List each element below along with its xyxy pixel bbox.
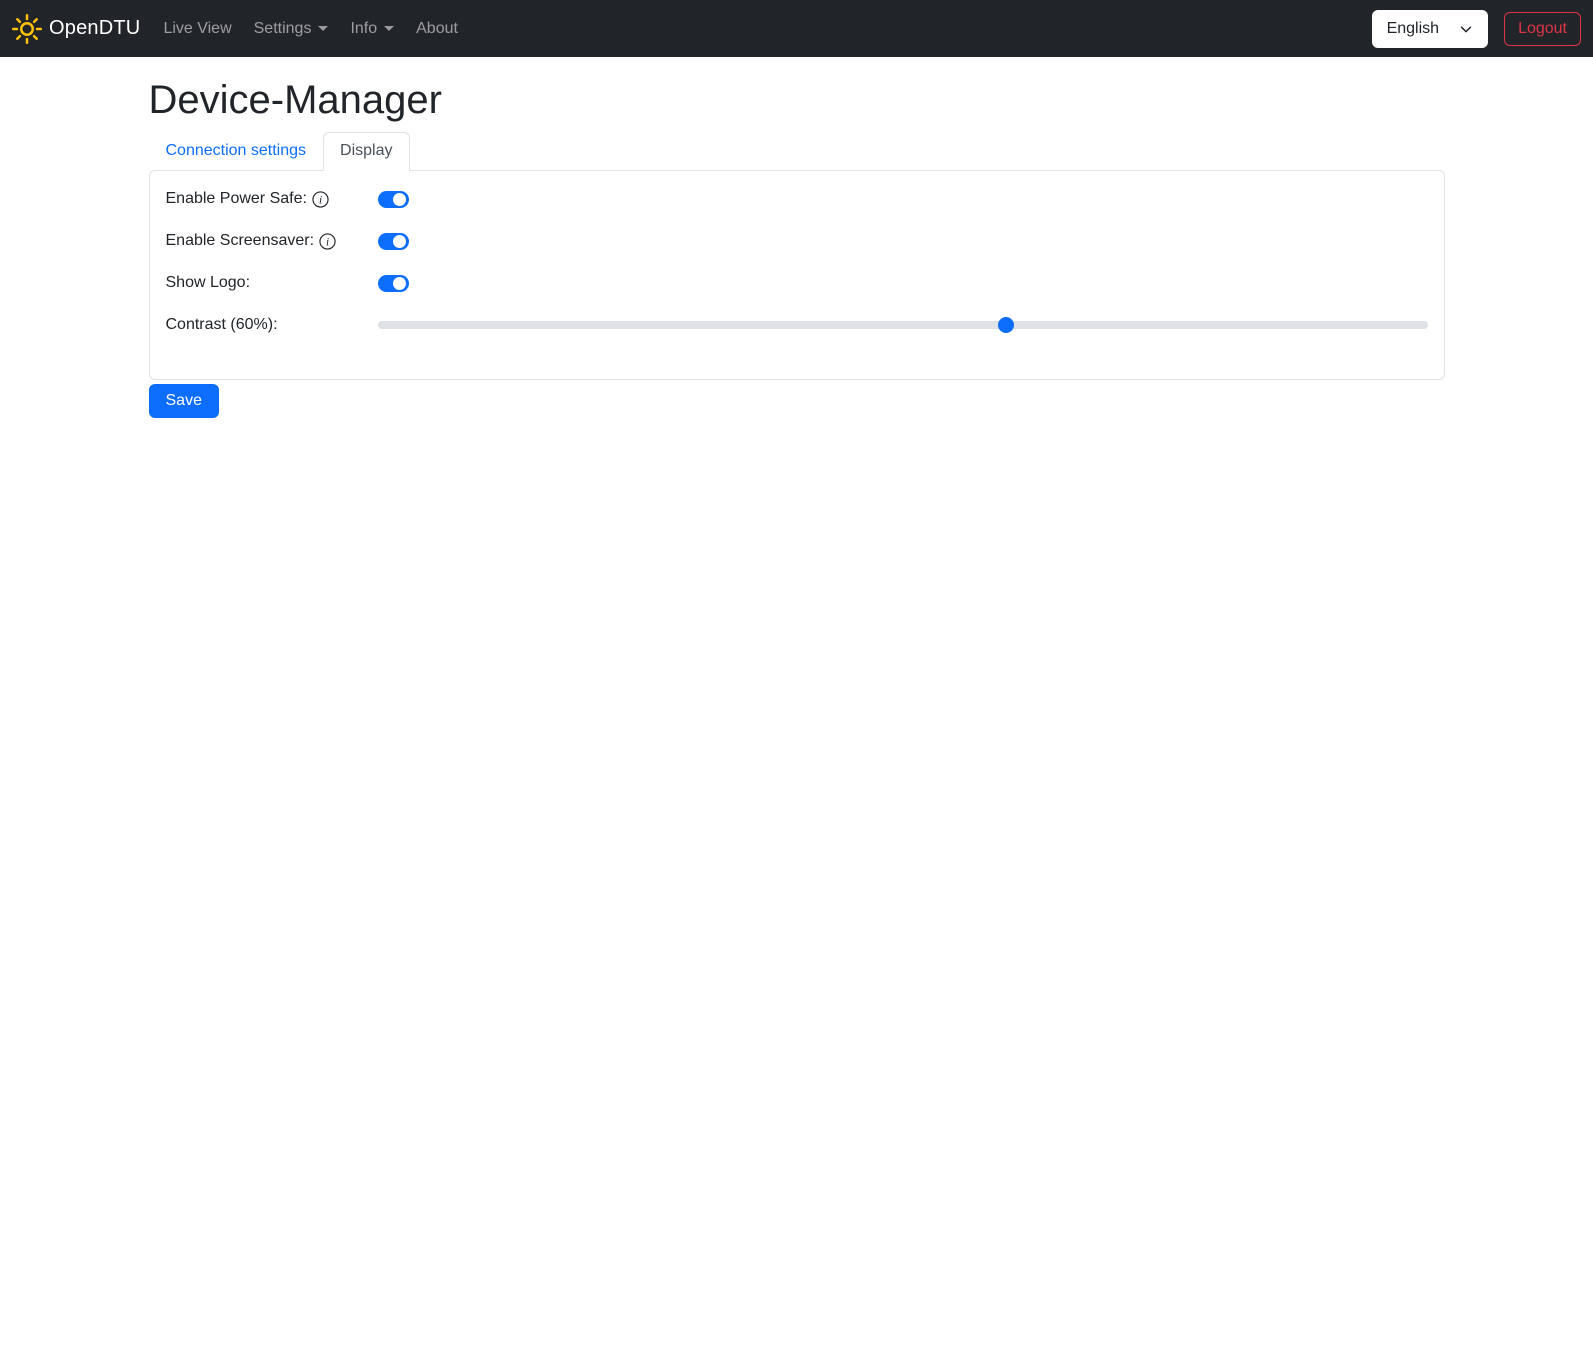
setting-control-col (377, 313, 1428, 337)
info-icon[interactable]: i (312, 190, 329, 208)
navbar: OpenDTU Live View Settings Info About En… (0, 0, 1593, 57)
nav-item-settings[interactable]: Settings (243, 12, 340, 46)
caret-down-icon (384, 26, 395, 31)
setting-row-contrast: Contrast (60%): (166, 313, 1428, 337)
setting-control-col (377, 187, 1428, 211)
setting-label-col: Contrast (60%): (166, 313, 378, 337)
nav-item-settings-label: Settings (253, 19, 312, 37)
power-safe-toggle[interactable] (377, 190, 409, 208)
language-select-value: English (1386, 19, 1440, 37)
sun-icon (12, 13, 42, 44)
setting-label-col: Show Logo: (166, 271, 378, 295)
brand-link[interactable]: OpenDTU (12, 13, 152, 44)
screensaver-toggle[interactable] (377, 232, 409, 250)
tab-connection-settings[interactable]: Connection settings (149, 132, 324, 170)
nav-item-about[interactable]: About (405, 12, 469, 46)
display-settings-card: Enable Power Safe: i Enable Screensaver: (148, 170, 1445, 380)
navbar-right: English Logout (1371, 9, 1581, 48)
setting-row-show-logo: Show Logo: (166, 271, 1428, 295)
info-icon[interactable]: i (319, 232, 336, 250)
tab-bar: Connection settings Display (149, 132, 1445, 171)
show-logo-label: Show Logo: (165, 274, 251, 291)
brand-name: OpenDTU (49, 17, 141, 39)
chevron-down-icon (1459, 22, 1473, 36)
setting-label-col: Enable Power Safe: i (166, 187, 378, 211)
save-button[interactable]: Save (148, 384, 219, 418)
setting-label-col: Enable Screensaver: i (166, 229, 378, 253)
setting-control-col (377, 271, 1428, 295)
setting-control-col (377, 229, 1428, 253)
svg-text:i: i (319, 194, 322, 206)
svg-text:i: i (326, 236, 329, 248)
setting-row-screensaver: Enable Screensaver: i (166, 229, 1428, 253)
show-logo-toggle[interactable] (377, 274, 409, 292)
nav-item-live-view[interactable]: Live View (152, 12, 242, 46)
page-title: Device-Manager (148, 78, 442, 122)
power-safe-label: Enable Power Safe: (165, 190, 307, 207)
tab-display[interactable]: Display (323, 132, 410, 171)
main-content: Device-Manager Connection settings Displ… (137, 78, 1457, 418)
caret-down-icon (318, 26, 329, 31)
nav-item-info[interactable]: Info (339, 12, 405, 46)
language-select[interactable]: English (1371, 9, 1489, 48)
nav-item-info-label: Info (350, 19, 378, 37)
contrast-label: Contrast (60%): (165, 316, 278, 333)
logout-button[interactable]: Logout (1504, 11, 1581, 46)
navbar-left: OpenDTU Live View Settings Info About (12, 12, 469, 46)
setting-row-power-safe: Enable Power Safe: i (166, 187, 1428, 211)
contrast-slider[interactable] (377, 321, 1428, 329)
screensaver-label: Enable Screensaver: (165, 232, 315, 249)
